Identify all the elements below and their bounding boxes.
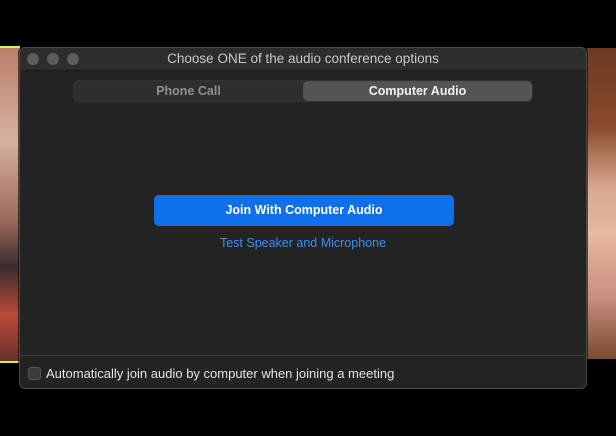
participant-video-tile-right <box>587 48 616 359</box>
title-bar: Choose ONE of the audio conference optio… <box>20 48 586 71</box>
dialog-footer: Automatically join audio by computer whe… <box>20 355 586 388</box>
audio-mode-tabs: Phone Call Computer Audio <box>73 80 533 102</box>
tab-computer-audio[interactable]: Computer Audio <box>303 81 532 101</box>
join-computer-audio-button[interactable]: Join With Computer Audio <box>154 195 454 226</box>
test-speaker-microphone-link[interactable]: Test Speaker and Microphone <box>20 236 586 250</box>
tab-phone-call[interactable]: Phone Call <box>74 81 303 101</box>
auto-join-checkbox[interactable] <box>28 367 41 380</box>
auto-join-label[interactable]: Automatically join audio by computer whe… <box>46 366 394 381</box>
audio-options-dialog: Choose ONE of the audio conference optio… <box>19 47 587 389</box>
window-title: Choose ONE of the audio conference optio… <box>167 51 439 66</box>
participant-video-tile-left <box>0 46 20 363</box>
